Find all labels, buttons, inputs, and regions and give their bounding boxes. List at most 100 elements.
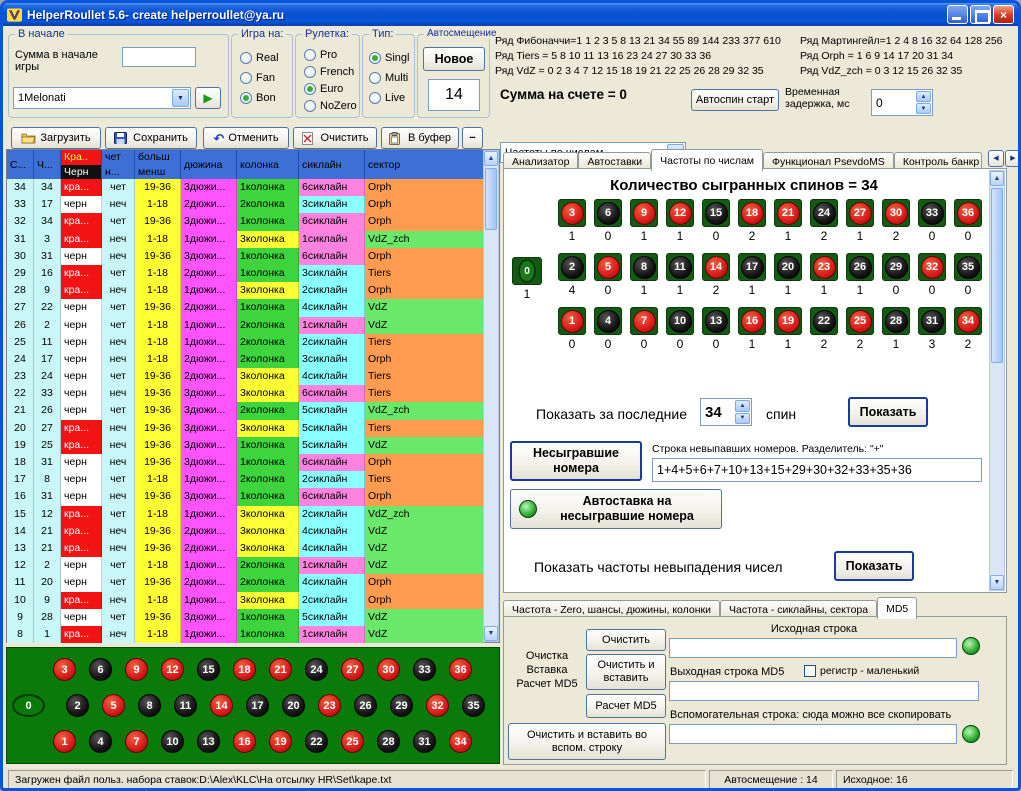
missed-numbers-field[interactable]: 1+4+5+6+7+10+13+15+29+30+32+33+35+36	[652, 458, 982, 482]
missed-numbers-button[interactable]: Несыгравшие номера	[510, 441, 642, 481]
number-pocket[interactable]: 5	[102, 694, 125, 717]
table-row[interactable]: 109кра...неч1-181дюжи...3колонка2сиклайн…	[7, 592, 499, 609]
number-pocket[interactable]: 36	[449, 658, 472, 681]
table-row[interactable]: 2417черннеч1-182дюжи...2колонка3сиклайнO…	[7, 351, 499, 368]
panel-scrollbar[interactable]: ▲ ▼	[989, 170, 1005, 591]
table-row[interactable]: 1120чернчет19-362дюжи...2колонка4сиклайн…	[7, 574, 499, 591]
number-pocket[interactable]: 7	[125, 730, 148, 753]
checkbox-icon[interactable]	[804, 665, 816, 677]
load-button[interactable]: Загрузить	[11, 127, 101, 149]
table-row[interactable]: 928чернчет19-363дюжи...1колонка5сиклайнV…	[7, 609, 499, 626]
number-pocket[interactable]: 21	[269, 658, 292, 681]
new-shift-button[interactable]: Новое	[423, 47, 485, 71]
table-row[interactable]: 3434кра...чет19-363дюжи...1колонка6сикла…	[7, 179, 499, 196]
green-target-icon[interactable]	[962, 725, 980, 743]
save-button[interactable]: Сохранить	[105, 127, 197, 149]
table-row[interactable]: 81кра...неч1-181дюжи...1колонка1сиклайнV…	[7, 626, 499, 643]
table-row[interactable]: 3031черннеч19-363дюжи...1колонка6сиклайн…	[7, 248, 499, 265]
table-row[interactable]: 262чернчет1-181дюжи...2колонка1сиклайнVd…	[7, 317, 499, 334]
table-row[interactable]: 122чернчет1-181дюжи...2колонка1сиклайнVd…	[7, 557, 499, 574]
number-pocket[interactable]: 29	[390, 694, 413, 717]
tab-number-frequencies[interactable]: Частоты по числам	[651, 149, 763, 171]
number-pocket[interactable]: 23	[318, 694, 341, 717]
table-row[interactable]: 1421кра...неч19-362дюжи...3колонка4сикла…	[7, 523, 499, 540]
autobet-missed-button[interactable]: Автоставка на несыгравшие номера	[510, 489, 722, 529]
titlebar[interactable]: HelperRoullet 5.6- create helperroullet@…	[3, 3, 1018, 26]
number-pocket[interactable]: 9	[125, 658, 148, 681]
radio-nozero[interactable]: NoZero	[304, 99, 357, 113]
close-button[interactable]: ×	[993, 5, 1014, 24]
spin-up-icon[interactable]: ▲	[916, 91, 931, 102]
table-row[interactable]: 2233черннеч19-363дюжи...3колонка6сиклайн…	[7, 385, 499, 402]
table-row[interactable]: 1831черннеч19-363дюжи...1колонка6сиклайн…	[7, 454, 499, 471]
table-row[interactable]: 2126чернчет19-363дюжи...2колонка5сиклайн…	[7, 402, 499, 419]
number-pocket[interactable]: 27	[341, 658, 364, 681]
preset-combobox[interactable]: 1Melonati ▼	[13, 87, 191, 109]
number-pocket[interactable]: 20	[282, 694, 305, 717]
scroll-up-icon[interactable]: ▲	[484, 151, 498, 166]
spin-up-icon[interactable]: ▲	[735, 400, 750, 412]
radio-multi[interactable]: Multi	[369, 71, 409, 85]
zero-pocket[interactable]: 0	[12, 694, 45, 717]
show-button[interactable]: Показать	[848, 397, 928, 427]
number-pocket[interactable]: 10	[161, 730, 184, 753]
number-pocket[interactable]: 34	[449, 730, 472, 753]
md5-calc-button[interactable]: Расчет MD5	[586, 694, 666, 718]
table-row[interactable]: 1925кра...неч19-363дюжи...1колонка5сикла…	[7, 437, 499, 454]
scroll-down-icon[interactable]: ▼	[990, 575, 1004, 590]
md5-clear-paste-aux-button[interactable]: Очистить и вставить во вспом. строку	[508, 723, 666, 760]
number-pocket[interactable]: 15	[197, 658, 220, 681]
radio-bon[interactable]: Bon	[240, 91, 279, 105]
number-pocket[interactable]: 14	[210, 694, 233, 717]
radio-french[interactable]: French	[304, 65, 357, 79]
table-row[interactable]: 2511черннеч1-181дюжи...2колонка2сиклайнT…	[7, 334, 499, 351]
number-pocket[interactable]: 24	[305, 658, 328, 681]
autoshift-value[interactable]: 14	[428, 79, 480, 111]
table-row[interactable]: 289кра...неч1-181дюжи...3колонка2сиклайн…	[7, 282, 499, 299]
number-pocket[interactable]: 33	[413, 658, 436, 681]
copy-buffer-button[interactable]: В буфер	[381, 127, 459, 149]
number-pocket[interactable]: 1	[53, 730, 76, 753]
delay-spinner[interactable]: 0 ▲▼	[871, 89, 933, 116]
scrollbar-thumb[interactable]	[991, 188, 1003, 363]
number-pocket[interactable]: 4	[89, 730, 112, 753]
chevron-down-icon[interactable]: ▼	[172, 89, 189, 107]
radio-singl[interactable]: Singl	[369, 51, 409, 65]
table-row[interactable]: 1631черннеч19-363дюжи...1колонка6сиклайн…	[7, 488, 499, 505]
radio-fan[interactable]: Fan	[240, 71, 279, 85]
number-pocket[interactable]: 25	[341, 730, 364, 753]
radio-live[interactable]: Live	[369, 91, 409, 105]
number-pocket[interactable]: 17	[246, 694, 269, 717]
scroll-down-icon[interactable]: ▼	[484, 626, 498, 641]
number-pocket[interactable]: 8	[138, 694, 161, 717]
green-target-icon[interactable]	[962, 637, 980, 655]
md5-source-field[interactable]	[669, 638, 957, 658]
md5-output-field[interactable]	[669, 681, 979, 701]
number-pocket[interactable]: 31	[413, 730, 436, 753]
md5-clear-paste-button[interactable]: Очистить и вставить	[586, 654, 666, 690]
md5-aux-field[interactable]	[669, 724, 957, 744]
number-pocket[interactable]: 18	[233, 658, 256, 681]
start-sum-input[interactable]	[122, 47, 196, 67]
missing-freq-show-button[interactable]: Показать	[834, 551, 914, 581]
number-pocket[interactable]: 19	[269, 730, 292, 753]
play-button[interactable]: ▶	[195, 87, 221, 109]
table-row[interactable]: 178чернчет1-181дюжи...2колонка2сиклайнTi…	[7, 471, 499, 488]
table-row[interactable]: 313кра...неч1-181дюжи...3колонка1сиклайн…	[7, 231, 499, 248]
number-pocket[interactable]: 30	[377, 658, 400, 681]
number-pocket[interactable]: 12	[161, 658, 184, 681]
table-row[interactable]: 2722чернчет19-362дюжи...1колонка4сиклайн…	[7, 299, 499, 316]
spin-down-icon[interactable]: ▼	[735, 413, 750, 425]
number-pocket[interactable]: 6	[89, 658, 112, 681]
spins-spinner[interactable]: 34 ▲▼	[700, 398, 752, 426]
table-scrollbar[interactable]: ▲ ▼	[483, 150, 499, 642]
md5-register-checkbox[interactable]: регистр - маленький	[804, 665, 919, 677]
table-row[interactable]: 2324чернчет19-362дюжи...3колонка4сиклайн…	[7, 368, 499, 385]
number-pocket[interactable]: 22	[305, 730, 328, 753]
number-pocket[interactable]: 35	[462, 694, 485, 717]
radio-pro[interactable]: Pro	[304, 48, 357, 62]
number-pocket[interactable]: 13	[197, 730, 220, 753]
md5-clear-button[interactable]: Очистить	[586, 629, 666, 651]
maximize-button[interactable]	[970, 5, 991, 24]
number-pocket[interactable]: 11	[174, 694, 197, 717]
